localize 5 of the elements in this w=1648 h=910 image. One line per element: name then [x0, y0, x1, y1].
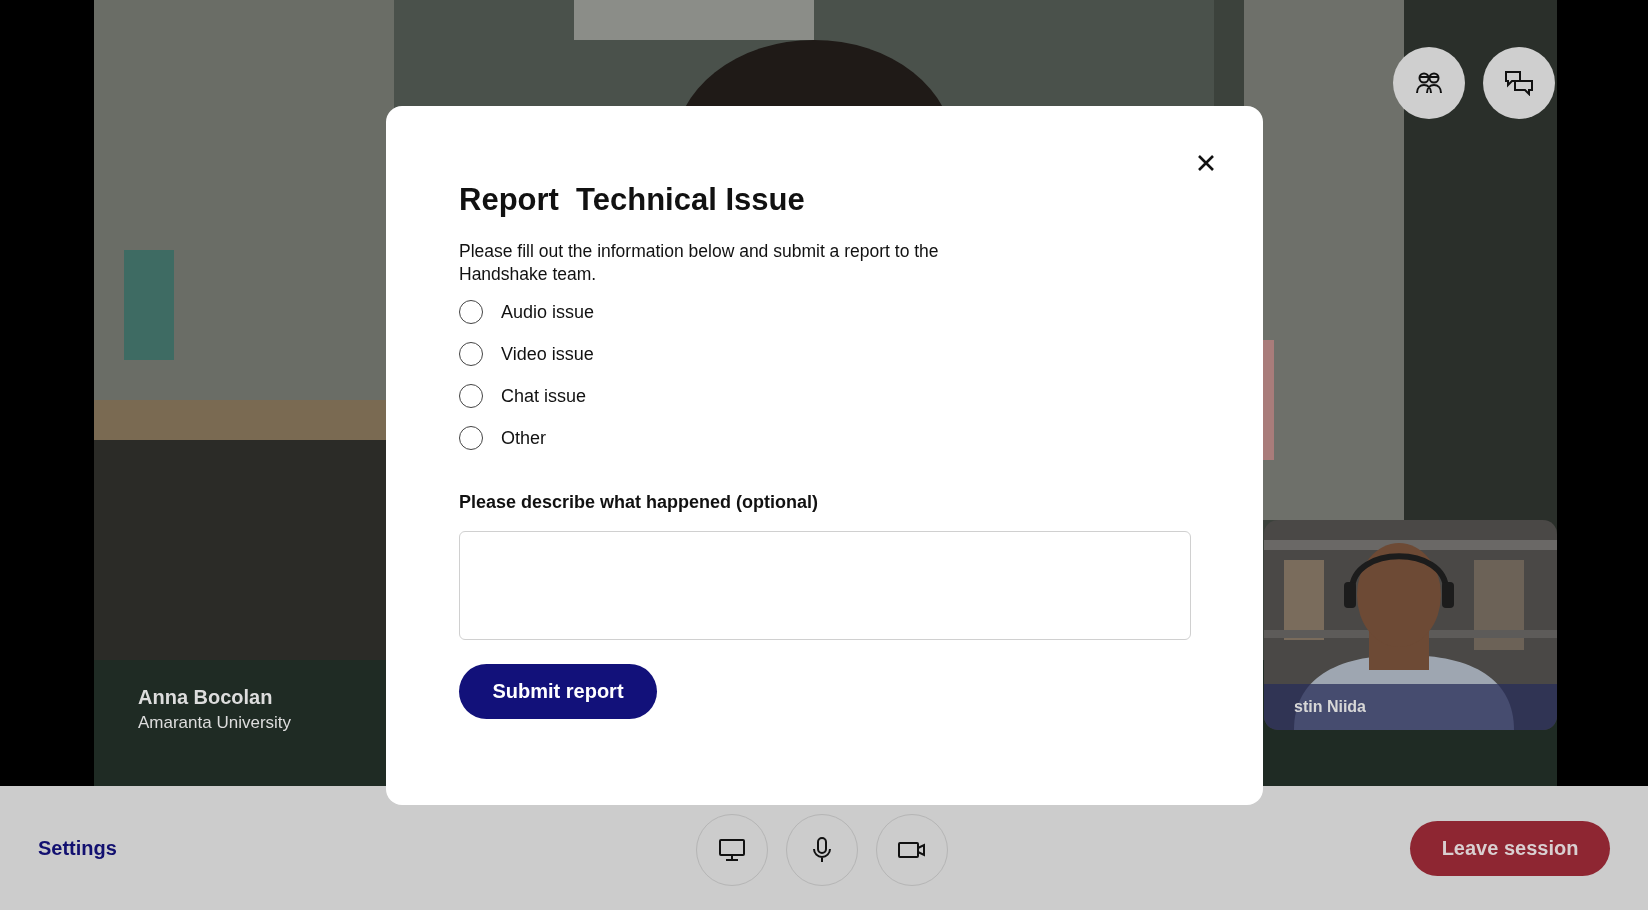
- settings-link[interactable]: Settings: [38, 836, 117, 860]
- monitor-icon: [718, 838, 746, 862]
- camera-icon: [897, 840, 927, 860]
- microphone-icon: [812, 836, 832, 864]
- leave-session-button[interactable]: Leave session: [1410, 820, 1610, 876]
